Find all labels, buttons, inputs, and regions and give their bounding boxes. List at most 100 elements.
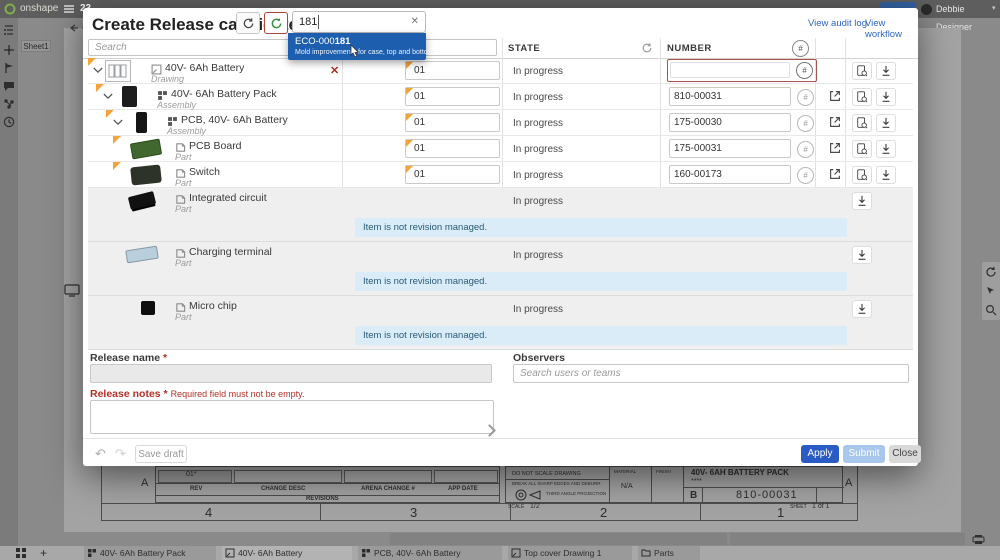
- left-tool-strip: [0, 18, 18, 546]
- avatar[interactable]: [921, 4, 932, 15]
- open-item-icon[interactable]: [828, 167, 842, 181]
- table-row-unmanaged[interactable]: Charging terminal Part In progress Item …: [88, 242, 913, 296]
- number-input[interactable]: [669, 139, 791, 158]
- open-item-icon[interactable]: [828, 115, 842, 129]
- main-menu-icon[interactable]: [64, 5, 74, 13]
- apply-button[interactable]: Apply: [801, 445, 839, 463]
- view-changes-button[interactable]: [852, 88, 872, 106]
- table-row[interactable]: 40V- 6Ah Battery Pack Assembly In progre…: [88, 84, 913, 110]
- add-tab-button[interactable]: +: [40, 546, 47, 560]
- undo-icon[interactable]: ↶: [95, 446, 106, 462]
- view-changes-button[interactable]: [852, 62, 872, 80]
- export-button[interactable]: [852, 192, 872, 210]
- revision-info-message: Item is not revision managed.: [355, 326, 847, 345]
- auto-number-icon[interactable]: #: [797, 167, 814, 184]
- state-value: In progress: [513, 92, 563, 103]
- table-row[interactable]: PCB, 40V- 6Ah Battery Assembly In progre…: [88, 110, 913, 136]
- view-pan-icon[interactable]: [985, 285, 997, 297]
- table-row-unmanaged[interactable]: Integrated circuit Part In progress Item…: [88, 188, 913, 242]
- table-row[interactable]: Switch Part In progress #: [88, 162, 913, 188]
- revision-input[interactable]: [405, 165, 500, 184]
- revisions-label: REVISIONS: [306, 496, 339, 502]
- chevron-down-icon[interactable]: [93, 67, 103, 74]
- table-row-unmanaged[interactable]: Micro chip Part In progress Item is not …: [88, 296, 913, 350]
- save-draft-button[interactable]: Save draft: [135, 445, 187, 463]
- clear-search-icon[interactable]: ✕: [411, 16, 419, 27]
- thumbnail-charging-terminal: [125, 246, 159, 264]
- printer-icon[interactable]: [972, 534, 985, 545]
- view-zoom-icon[interactable]: [985, 304, 997, 316]
- close-button[interactable]: Close: [889, 445, 921, 463]
- item-type: Drawing: [151, 74, 184, 84]
- tab-top-cover-drawing[interactable]: Top cover Drawing 1: [508, 546, 632, 560]
- view-changes-button[interactable]: [852, 140, 872, 158]
- revision-input[interactable]: [405, 61, 500, 80]
- view-changes-button[interactable]: [852, 114, 872, 132]
- follow-mode-icon[interactable]: [3, 98, 15, 110]
- chevron-down-icon[interactable]: [113, 119, 123, 126]
- release-notes-textarea[interactable]: [90, 400, 494, 434]
- chevron-down-icon[interactable]: [103, 93, 113, 100]
- number-input[interactable]: [669, 87, 791, 106]
- open-item-icon[interactable]: [828, 141, 842, 155]
- state-value: In progress: [513, 118, 563, 129]
- tab-pcb-assembly[interactable]: PCB, 40V- 6Ah Battery: [358, 546, 502, 560]
- history-icon[interactable]: [3, 116, 15, 128]
- auto-number-icon[interactable]: #: [796, 62, 813, 79]
- user-menu-caret-icon[interactable]: ▾: [992, 0, 996, 18]
- refresh-button[interactable]: [236, 12, 260, 34]
- number-input[interactable]: [669, 165, 791, 184]
- revision-input[interactable]: [405, 113, 500, 132]
- drawing-number: 810-00031: [736, 489, 798, 501]
- material-label: MATERIAL: [614, 469, 636, 474]
- drawing-title: 40V- 6AH BATTERY PACK: [691, 468, 789, 477]
- redo-icon[interactable]: ↷: [115, 446, 126, 462]
- sheet-label: SHEET: [790, 504, 807, 510]
- view-changes-button[interactable]: [852, 166, 872, 184]
- auto-number-icon[interactable]: #: [797, 141, 814, 158]
- auto-number-all-icon[interactable]: #: [792, 40, 809, 57]
- view-settings-icon[interactable]: [64, 284, 80, 297]
- export-button[interactable]: [876, 140, 896, 158]
- number-input[interactable]: [669, 113, 791, 132]
- export-button[interactable]: [876, 62, 896, 80]
- refresh-states-icon[interactable]: [641, 42, 653, 54]
- change-order-search-input[interactable]: 181 ✕: [292, 11, 426, 33]
- bottom-panel-strip: [390, 533, 727, 545]
- change-order-button[interactable]: [264, 12, 288, 34]
- export-button[interactable]: [852, 300, 872, 318]
- release-notes-label-text: Release notes: [90, 388, 161, 400]
- auto-number-icon[interactable]: #: [797, 115, 814, 132]
- export-button[interactable]: [852, 246, 872, 264]
- feature-list-icon[interactable]: [3, 24, 15, 36]
- number-input[interactable]: [670, 62, 790, 78]
- view-audit-log-link[interactable]: View audit log: [808, 18, 867, 29]
- revision-input[interactable]: [405, 139, 500, 158]
- view-rotate-icon[interactable]: [985, 266, 997, 278]
- manage-tabs-icon[interactable]: [16, 548, 27, 558]
- comment-icon[interactable]: [3, 80, 15, 92]
- remove-item-icon[interactable]: ✕: [330, 64, 339, 77]
- flag-icon[interactable]: [3, 62, 15, 74]
- change-order-suggestion[interactable]: ECO-000181 Mold improvements for case, t…: [288, 33, 426, 60]
- release-name-input[interactable]: [90, 364, 492, 383]
- onshape-logo-icon: [4, 3, 16, 15]
- tab-parts-folder[interactable]: Parts: [638, 546, 700, 560]
- measure-icon[interactable]: [3, 44, 15, 56]
- view-workflow-link[interactable]: View workflow: [865, 18, 918, 40]
- submit-button[interactable]: Submit: [843, 445, 885, 463]
- export-button[interactable]: [876, 88, 896, 106]
- export-button[interactable]: [876, 114, 896, 132]
- table-row[interactable]: PCB Board Part In progress #: [88, 136, 913, 162]
- export-button[interactable]: [876, 166, 896, 184]
- tab-battery-pack[interactable]: 40V- 6Ah Battery Pack: [84, 546, 216, 560]
- observers-input[interactable]: [513, 364, 909, 383]
- tab-label: 40V- 6Ah Battery: [238, 548, 302, 558]
- sheet-tab[interactable]: Sheet1: [21, 40, 51, 52]
- revision-input[interactable]: [405, 87, 500, 106]
- open-item-icon[interactable]: [828, 89, 842, 103]
- tab-battery-drawing[interactable]: 40V- 6Ah Battery: [222, 546, 352, 560]
- auto-number-icon[interactable]: #: [797, 89, 814, 106]
- table-row[interactable]: 40V- 6Ah Battery Drawing ✕ In progress #: [88, 58, 913, 84]
- thumbnail-integrated-circuit: [128, 191, 156, 210]
